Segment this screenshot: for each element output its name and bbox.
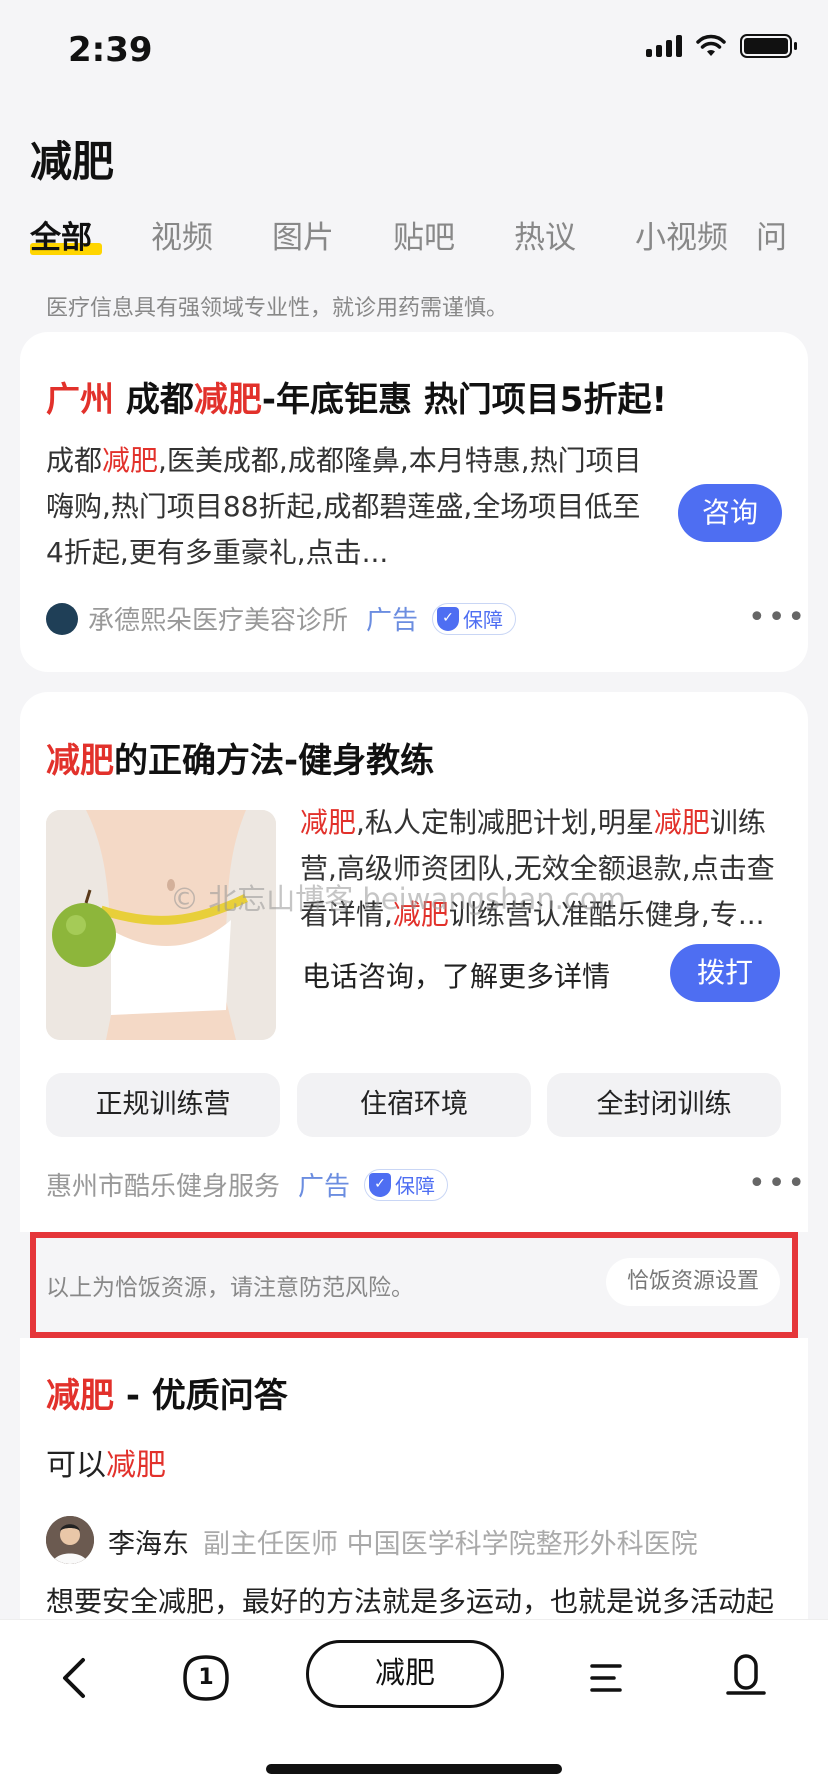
tab-qa[interactable]: 问 xyxy=(756,212,828,257)
tab-discussion[interactable]: 热议 xyxy=(514,212,635,257)
medical-notice: 医疗信息具有强领域专业性，就诊用药需谨慎。 xyxy=(46,296,509,321)
call-button[interactable]: 拨打 xyxy=(670,944,780,1002)
ad1-footer: 承德熙朵医疗美容诊所 广告 ✓ 保障 xyxy=(46,600,517,637)
chip-training-camp[interactable]: 正规训练营 xyxy=(46,1073,280,1137)
phone-consult-text: 电话咨询，了解更多详情 xyxy=(302,960,611,993)
shield-check-icon: ✓ xyxy=(437,606,460,631)
more-options-icon[interactable]: ••• xyxy=(748,600,807,635)
consult-button[interactable]: 咨询 xyxy=(678,484,782,542)
sponsored-notice-text: 以上为恰饭资源，请注意防范风险。 xyxy=(46,1275,414,1301)
tab-video[interactable]: 视频 xyxy=(151,212,272,257)
tabs-count-icon[interactable]: 1 xyxy=(178,1650,234,1706)
voice-search-icon[interactable] xyxy=(718,1650,774,1706)
cellular-signal-icon xyxy=(646,35,682,57)
watermark: © 北忘山博客 beiwangshan.com xyxy=(170,882,626,916)
tab-short-video[interactable]: 小视频 xyxy=(635,212,756,257)
status-icons xyxy=(646,34,797,58)
ad2-image[interactable] xyxy=(46,810,276,1040)
ad2-title[interactable]: 减肥的正确方法-健身教练 xyxy=(46,733,434,782)
qa-answer-headline: 可以减肥 xyxy=(46,1448,166,1483)
page-title: 减肥 xyxy=(30,137,115,186)
status-time: 2:39 xyxy=(68,30,153,70)
home-indicator[interactable] xyxy=(266,1764,562,1774)
guarantee-badge[interactable]: ✓ 保障 xyxy=(364,1168,449,1201)
wifi-icon xyxy=(696,34,726,56)
qa-title[interactable]: 减肥 - 优质问答 xyxy=(46,1368,288,1417)
ad-label: 广告 xyxy=(366,606,419,636)
advertiser-name[interactable]: 惠州市酷乐健身服务 xyxy=(46,1166,280,1203)
ad2-footer: 惠州市酷乐健身服务 广告 ✓ 保障 xyxy=(46,1166,449,1203)
tab-count: 1 xyxy=(198,1665,214,1690)
tab-images[interactable]: 图片 xyxy=(272,212,393,257)
ad1-description: 成都减肥,医美成都,成都隆鼻,本月特惠,热门项目嗨购,热门项目88折起,成都碧莲… xyxy=(46,444,642,569)
tab-tieba[interactable]: 贴吧 xyxy=(393,212,514,257)
chip-accommodation[interactable]: 住宿环境 xyxy=(297,1073,531,1137)
back-icon[interactable] xyxy=(46,1650,102,1706)
ad-label: 广告 xyxy=(298,1172,351,1202)
author-avatar[interactable] xyxy=(46,1516,94,1564)
guarantee-badge[interactable]: ✓ 保障 xyxy=(432,602,517,635)
sponsored-settings-button[interactable]: 恰饭资源设置 xyxy=(606,1258,780,1306)
battery-icon xyxy=(740,34,797,58)
advertiser-logo xyxy=(46,602,78,635)
advertiser-name[interactable]: 承德熙朵医疗美容诊所 xyxy=(88,600,348,637)
more-options-icon[interactable]: ••• xyxy=(748,1166,807,1201)
shield-check-icon: ✓ xyxy=(369,1172,392,1197)
author-meta: 副主任医师 中国医学科学院整形外科医院 xyxy=(203,1529,698,1560)
qa-answer-body[interactable]: 想要安全减肥，最好的方法就是多运动，也就是说多活动起 xyxy=(46,1580,774,1620)
ad1-title[interactable]: 广州 成都减肥-年底钜惠 热门项目5折起! xyxy=(46,372,667,421)
chip-closed-training[interactable]: 全封闭训练 xyxy=(547,1073,781,1137)
tab-all[interactable]: 全部 xyxy=(30,212,151,257)
author-name[interactable]: 李海东 xyxy=(108,1529,189,1560)
search-query-pill[interactable]: 减肥 xyxy=(306,1640,504,1708)
author-info: 李海东 副主任医师 中国医学科学院整形外科医院 xyxy=(108,1522,698,1561)
search-tabs: 全部 视频 图片 贴吧 热议 小视频 问 xyxy=(30,212,828,257)
menu-icon[interactable] xyxy=(578,1650,634,1706)
